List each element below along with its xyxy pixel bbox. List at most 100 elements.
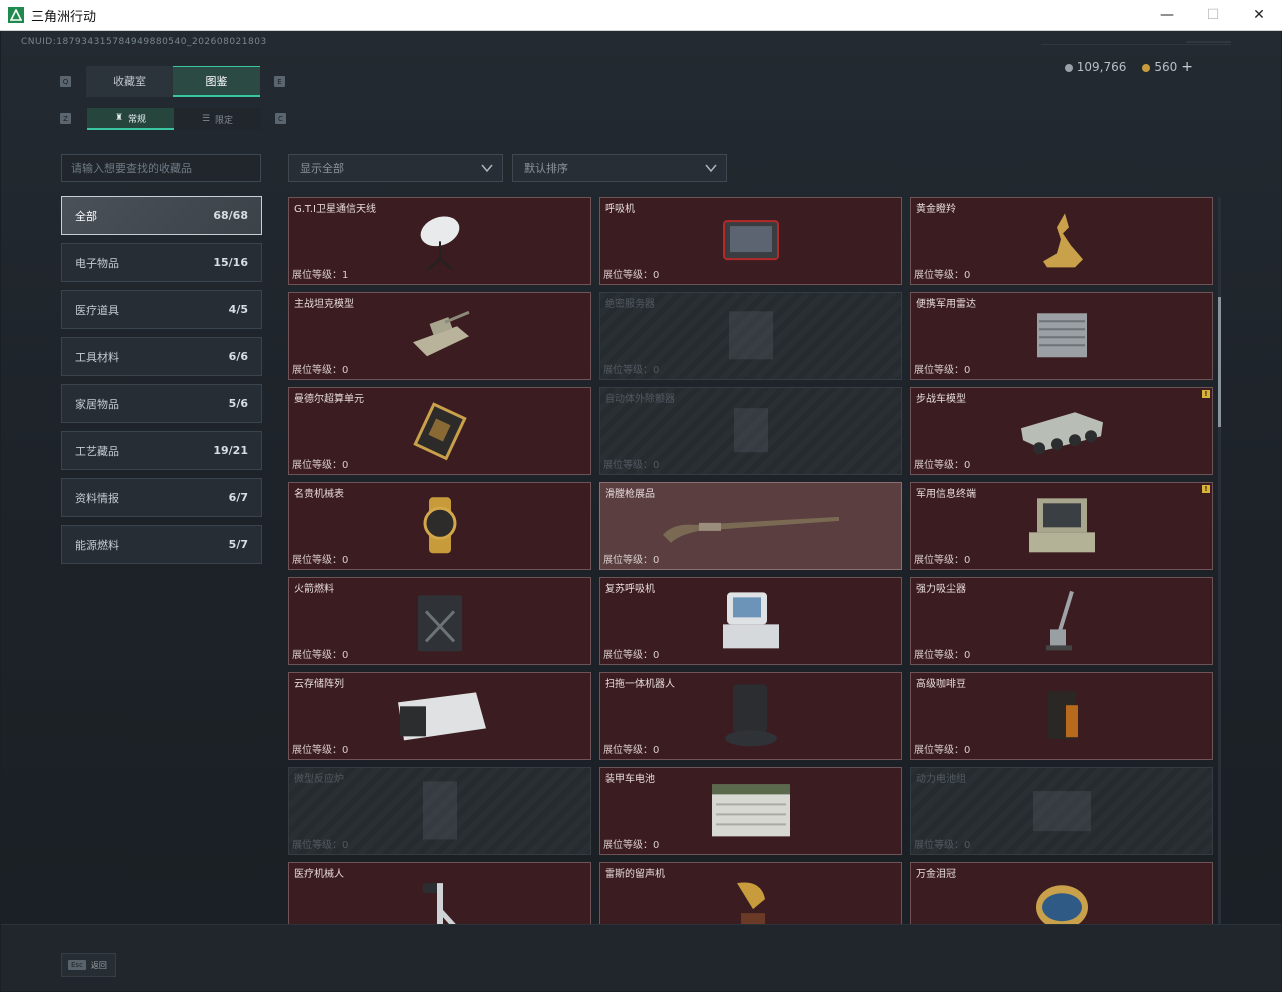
gold-currency[interactable]: 560 + xyxy=(1142,59,1193,75)
tab-collection-room[interactable]: 收藏室 xyxy=(86,66,173,97)
level-value: 0 xyxy=(342,460,349,471)
level-value: 0 xyxy=(653,650,660,661)
filter-selected: 显示全部 xyxy=(300,162,344,175)
category-item[interactable]: 能源燃料 5/7 xyxy=(61,525,262,564)
new-badge-icon: ! xyxy=(1202,390,1210,398)
card-level: 展位等级：0 xyxy=(292,551,348,566)
category-item[interactable]: 资料情报 6/7 xyxy=(61,478,262,517)
level-label: 展位等级： xyxy=(292,460,342,471)
collection-card[interactable]: 万金泪冠展位等级：0 xyxy=(910,862,1213,925)
close-button[interactable]: ✕ xyxy=(1236,0,1282,30)
add-currency-button[interactable]: + xyxy=(1181,59,1193,75)
card-item-name: 万金泪冠 xyxy=(916,869,956,880)
level-value: 0 xyxy=(964,365,971,376)
tab-regular[interactable]: ♜ 常规 xyxy=(87,108,174,130)
collection-card[interactable]: 黄金瞪羚 展位等级：0 xyxy=(910,197,1213,285)
collection-card[interactable]: 军用信息终端 展位等级：0! xyxy=(910,482,1213,570)
card-level: 展位等级：0 xyxy=(914,741,970,756)
gramophone-icon xyxy=(731,879,771,925)
level-value: 0 xyxy=(653,460,660,471)
collection-card[interactable]: 绝密服务器 展位等级：0 xyxy=(599,292,902,380)
category-count: 68/68 xyxy=(213,209,248,222)
collection-card[interactable]: 名贵机械表展位等级：0 xyxy=(288,482,591,570)
level-label: 展位等级： xyxy=(292,270,342,281)
card-item-name: 自动体外除颤器 xyxy=(605,394,675,405)
category-count: 6/7 xyxy=(228,491,248,504)
search-input[interactable] xyxy=(61,154,261,182)
category-label: 能源燃料 xyxy=(75,538,119,552)
collection-card[interactable]: 微型反应炉 展位等级：0 xyxy=(288,767,591,855)
collection-card[interactable]: 强力吸尘器 展位等级：0 xyxy=(910,577,1213,665)
card-level: 展位等级：0 xyxy=(292,361,348,376)
grid-scrollbar[interactable] xyxy=(1218,197,1221,925)
collection-card[interactable]: 高级咖啡豆 展位等级：0 xyxy=(910,672,1213,760)
collection-card[interactable]: 步战车模型 展位等级：0! xyxy=(910,387,1213,475)
card-item-name: 装甲车电池 xyxy=(605,774,655,785)
collection-card[interactable]: 曼德尔超算单元 展位等级：0 xyxy=(288,387,591,475)
decor-line xyxy=(1186,41,1231,43)
game-viewport: CNUID:1879343157849498805​40_20260802180… xyxy=(1,31,1281,991)
category-count: 15/16 xyxy=(213,256,248,269)
collection-card[interactable]: 主战坦克模型 展位等级：0 xyxy=(288,292,591,380)
main-tabs: 收藏室 图鉴 xyxy=(86,66,260,97)
card-item-name: 步战车模型 xyxy=(916,394,966,405)
collection-card[interactable]: 扫拖一体机器人 展位等级：0 xyxy=(599,672,902,760)
sort-dropdown[interactable]: 默认排序 xyxy=(512,154,727,182)
minimize-button[interactable]: — xyxy=(1144,0,1190,30)
level-label: 展位等级： xyxy=(603,840,653,851)
collection-card[interactable]: 复苏呼吸机展位等级：0 xyxy=(599,577,902,665)
category-count: 19/21 xyxy=(213,444,248,457)
category-item[interactable]: 医疗道具 4/5 xyxy=(61,290,262,329)
collection-grid: G.T.I卫星通信天线 展位等级：1 呼吸机 展位等级：0 黄金瞪羚 展位等级：0 主战坦克… xyxy=(288,197,1214,925)
scrollbar-thumb[interactable] xyxy=(1218,297,1221,427)
level-value: 0 xyxy=(653,555,660,566)
category-item[interactable]: 全部 68/68 xyxy=(61,196,262,235)
card-level: 展位等级：0 xyxy=(603,361,659,376)
category-item[interactable]: 家居物品 5/6 xyxy=(61,384,262,423)
collection-card[interactable]: G.T.I卫星通信天线 展位等级：1 xyxy=(288,197,591,285)
ifv-model-icon xyxy=(1015,400,1109,464)
back-button[interactable]: Esc 返回 xyxy=(61,953,116,977)
level-label: 展位等级： xyxy=(603,650,653,661)
card-item-name: 云存储阵列 xyxy=(294,679,344,690)
silver-coin-icon xyxy=(1064,63,1073,72)
level-value: 0 xyxy=(964,650,971,661)
level-value: 1 xyxy=(342,270,349,281)
filter-dropdown[interactable]: 显示全部 xyxy=(288,154,503,182)
card-level: 展位等级：0 xyxy=(603,456,659,471)
collection-card[interactable]: 自动体外除颤器展位等级：0 xyxy=(599,387,902,475)
category-label: 工具材料 xyxy=(75,350,119,364)
level-label: 展位等级： xyxy=(603,365,653,376)
category-item[interactable]: 电子物品 15/16 xyxy=(61,243,262,282)
card-level: 展位等级：0 xyxy=(292,646,348,661)
collection-card[interactable]: 装甲车电池展位等级：0 xyxy=(599,767,902,855)
collection-card[interactable]: 火箭燃料 展位等级：0 xyxy=(288,577,591,665)
musket-icon xyxy=(659,505,843,549)
maximize-button[interactable]: ☐ xyxy=(1190,0,1236,30)
level-value: 0 xyxy=(964,840,971,851)
server-icon xyxy=(721,305,781,369)
category-item[interactable]: 工艺藏品 19/21 xyxy=(61,431,262,470)
collection-card[interactable]: 呼吸机 展位等级：0 xyxy=(599,197,902,285)
card-level: 展位等级：0 xyxy=(292,836,348,851)
back-label: 返回 xyxy=(90,960,107,970)
collection-card[interactable]: 滑膛枪展品 展位等级：0 xyxy=(599,482,902,570)
card-item-name: 军用信息终端 xyxy=(916,489,976,500)
level-value: 0 xyxy=(964,745,971,756)
category-item[interactable]: 工具材料 6/6 xyxy=(61,337,262,376)
collection-card[interactable]: 动力电池组 展位等级：0 xyxy=(910,767,1213,855)
fuel-can-icon xyxy=(412,587,468,657)
card-item-name: 名贵机械表 xyxy=(294,489,344,500)
tab-limited[interactable]: ☰ 限定 xyxy=(174,108,261,130)
card-item-name: 复苏呼吸机 xyxy=(605,584,655,595)
level-label: 展位等级： xyxy=(603,555,653,566)
tab-encyclopedia[interactable]: 图鉴 xyxy=(173,66,260,97)
silver-currency: 109,766 xyxy=(1064,60,1126,74)
level-label: 展位等级： xyxy=(914,840,964,851)
collection-card[interactable]: 便携军用雷达 展位等级：0 xyxy=(910,292,1213,380)
collection-card[interactable]: 云存储阵列 展位等级：0 xyxy=(288,672,591,760)
level-label: 展位等级： xyxy=(914,460,964,471)
collection-card[interactable]: 医疗机械人展位等级：0 xyxy=(288,862,591,925)
card-level: 展位等级：0 xyxy=(603,836,659,851)
collection-card[interactable]: 雷斯的留声机展位等级：0 xyxy=(599,862,902,925)
